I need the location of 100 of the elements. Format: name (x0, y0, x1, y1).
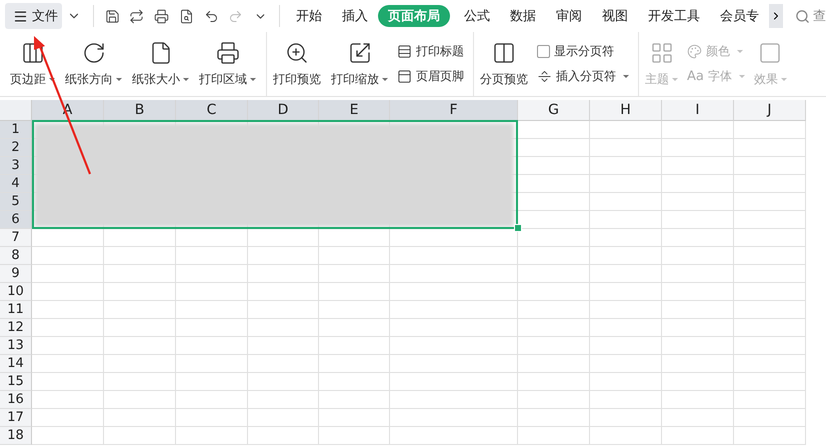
table-cell[interactable] (518, 319, 590, 337)
ribbon-button[interactable]: 纸张方向 (61, 38, 126, 90)
table-cell[interactable] (662, 121, 734, 139)
checkbox[interactable]: 显示分页符 (534, 42, 632, 61)
table-cell[interactable] (390, 301, 518, 319)
table-cell[interactable] (104, 265, 176, 283)
column-header[interactable]: D (248, 100, 319, 121)
ribbon-button[interactable]: 打印标题 (394, 42, 467, 61)
table-cell[interactable] (734, 175, 806, 193)
table-cell[interactable] (104, 283, 176, 301)
table-cell[interactable] (319, 427, 390, 445)
table-cell[interactable] (248, 337, 319, 355)
ribbon-tab[interactable]: 开发工具 (638, 5, 710, 27)
table-cell[interactable] (662, 175, 734, 193)
table-cell[interactable] (734, 121, 806, 139)
table-cell[interactable] (590, 175, 662, 193)
table-cell[interactable] (590, 319, 662, 337)
table-cell[interactable] (734, 427, 806, 445)
table-cell[interactable] (390, 391, 518, 409)
table-cell[interactable] (390, 283, 518, 301)
table-cell[interactable] (662, 373, 734, 391)
table-cell[interactable] (32, 265, 104, 283)
table-cell[interactable] (319, 337, 390, 355)
table-cell[interactable] (248, 301, 319, 319)
table-cell[interactable] (176, 283, 248, 301)
table-cell[interactable] (176, 319, 248, 337)
table-cell[interactable] (662, 427, 734, 445)
column-header[interactable]: E (319, 100, 390, 121)
table-cell[interactable] (104, 301, 176, 319)
table-cell[interactable] (590, 427, 662, 445)
row-header[interactable]: 14 (0, 355, 32, 373)
table-cell[interactable] (248, 409, 319, 427)
more-tabs-button[interactable] (769, 4, 783, 28)
table-cell[interactable] (590, 157, 662, 175)
table-cell[interactable] (390, 247, 518, 265)
table-cell[interactable] (734, 373, 806, 391)
table-cell[interactable] (32, 391, 104, 409)
ribbon-button[interactable]: 插入分页符 (534, 67, 632, 86)
table-cell[interactable] (104, 427, 176, 445)
table-cell[interactable] (590, 283, 662, 301)
table-cell[interactable] (662, 283, 734, 301)
table-cell[interactable] (590, 409, 662, 427)
table-cell[interactable] (104, 247, 176, 265)
table-cell[interactable] (176, 391, 248, 409)
table-cell[interactable] (248, 247, 319, 265)
row-header[interactable]: 18 (0, 427, 32, 445)
table-cell[interactable] (518, 409, 590, 427)
table-cell[interactable] (662, 319, 734, 337)
table-cell[interactable] (590, 355, 662, 373)
table-cell[interactable] (32, 283, 104, 301)
table-cell[interactable] (518, 265, 590, 283)
table-cell[interactable] (662, 247, 734, 265)
ribbon-button[interactable]: 打印缩放 (327, 38, 392, 90)
table-cell[interactable] (248, 283, 319, 301)
row-header[interactable]: 8 (0, 247, 32, 265)
table-cell[interactable] (248, 355, 319, 373)
table-cell[interactable] (32, 229, 104, 247)
table-cell[interactable] (390, 409, 518, 427)
table-cell[interactable] (518, 121, 590, 139)
table-cell[interactable] (390, 265, 518, 283)
row-header[interactable]: 7 (0, 229, 32, 247)
table-cell[interactable] (518, 355, 590, 373)
table-cell[interactable] (32, 319, 104, 337)
table-cell[interactable] (518, 301, 590, 319)
ribbon-tab[interactable]: 数据 (500, 5, 546, 27)
table-cell[interactable] (518, 391, 590, 409)
table-cell[interactable] (319, 301, 390, 319)
table-cell[interactable] (104, 355, 176, 373)
ribbon-button[interactable]: 分页预览 (476, 38, 532, 90)
table-cell[interactable] (390, 319, 518, 337)
table-cell[interactable] (176, 337, 248, 355)
column-header[interactable]: C (176, 100, 248, 121)
table-cell[interactable] (32, 337, 104, 355)
table-cell[interactable] (32, 301, 104, 319)
table-cell[interactable] (662, 265, 734, 283)
table-cell[interactable] (590, 391, 662, 409)
table-cell[interactable] (662, 211, 734, 229)
ribbon-button[interactable]: 打印预览 (269, 38, 325, 90)
row-header[interactable]: 5 (0, 193, 32, 211)
ribbon-tab[interactable]: 视图 (592, 5, 638, 27)
table-cell[interactable] (590, 373, 662, 391)
table-cell[interactable] (319, 265, 390, 283)
column-header[interactable]: G (518, 100, 590, 121)
column-header[interactable]: I (662, 100, 734, 121)
table-cell[interactable] (734, 157, 806, 175)
table-cell[interactable] (662, 301, 734, 319)
table-cell[interactable] (248, 373, 319, 391)
table-cell[interactable] (518, 337, 590, 355)
table-cell[interactable] (734, 283, 806, 301)
table-cell[interactable] (518, 283, 590, 301)
table-cell[interactable] (590, 301, 662, 319)
ribbon-button[interactable]: 页眉页脚 (394, 67, 467, 86)
table-cell[interactable] (104, 391, 176, 409)
row-header[interactable]: 12 (0, 319, 32, 337)
row-header[interactable]: 10 (0, 283, 32, 301)
table-cell[interactable] (176, 373, 248, 391)
row-header[interactable]: 6 (0, 211, 32, 229)
row-header[interactable]: 17 (0, 409, 32, 427)
table-cell[interactable] (176, 427, 248, 445)
row-header[interactable]: 4 (0, 175, 32, 193)
